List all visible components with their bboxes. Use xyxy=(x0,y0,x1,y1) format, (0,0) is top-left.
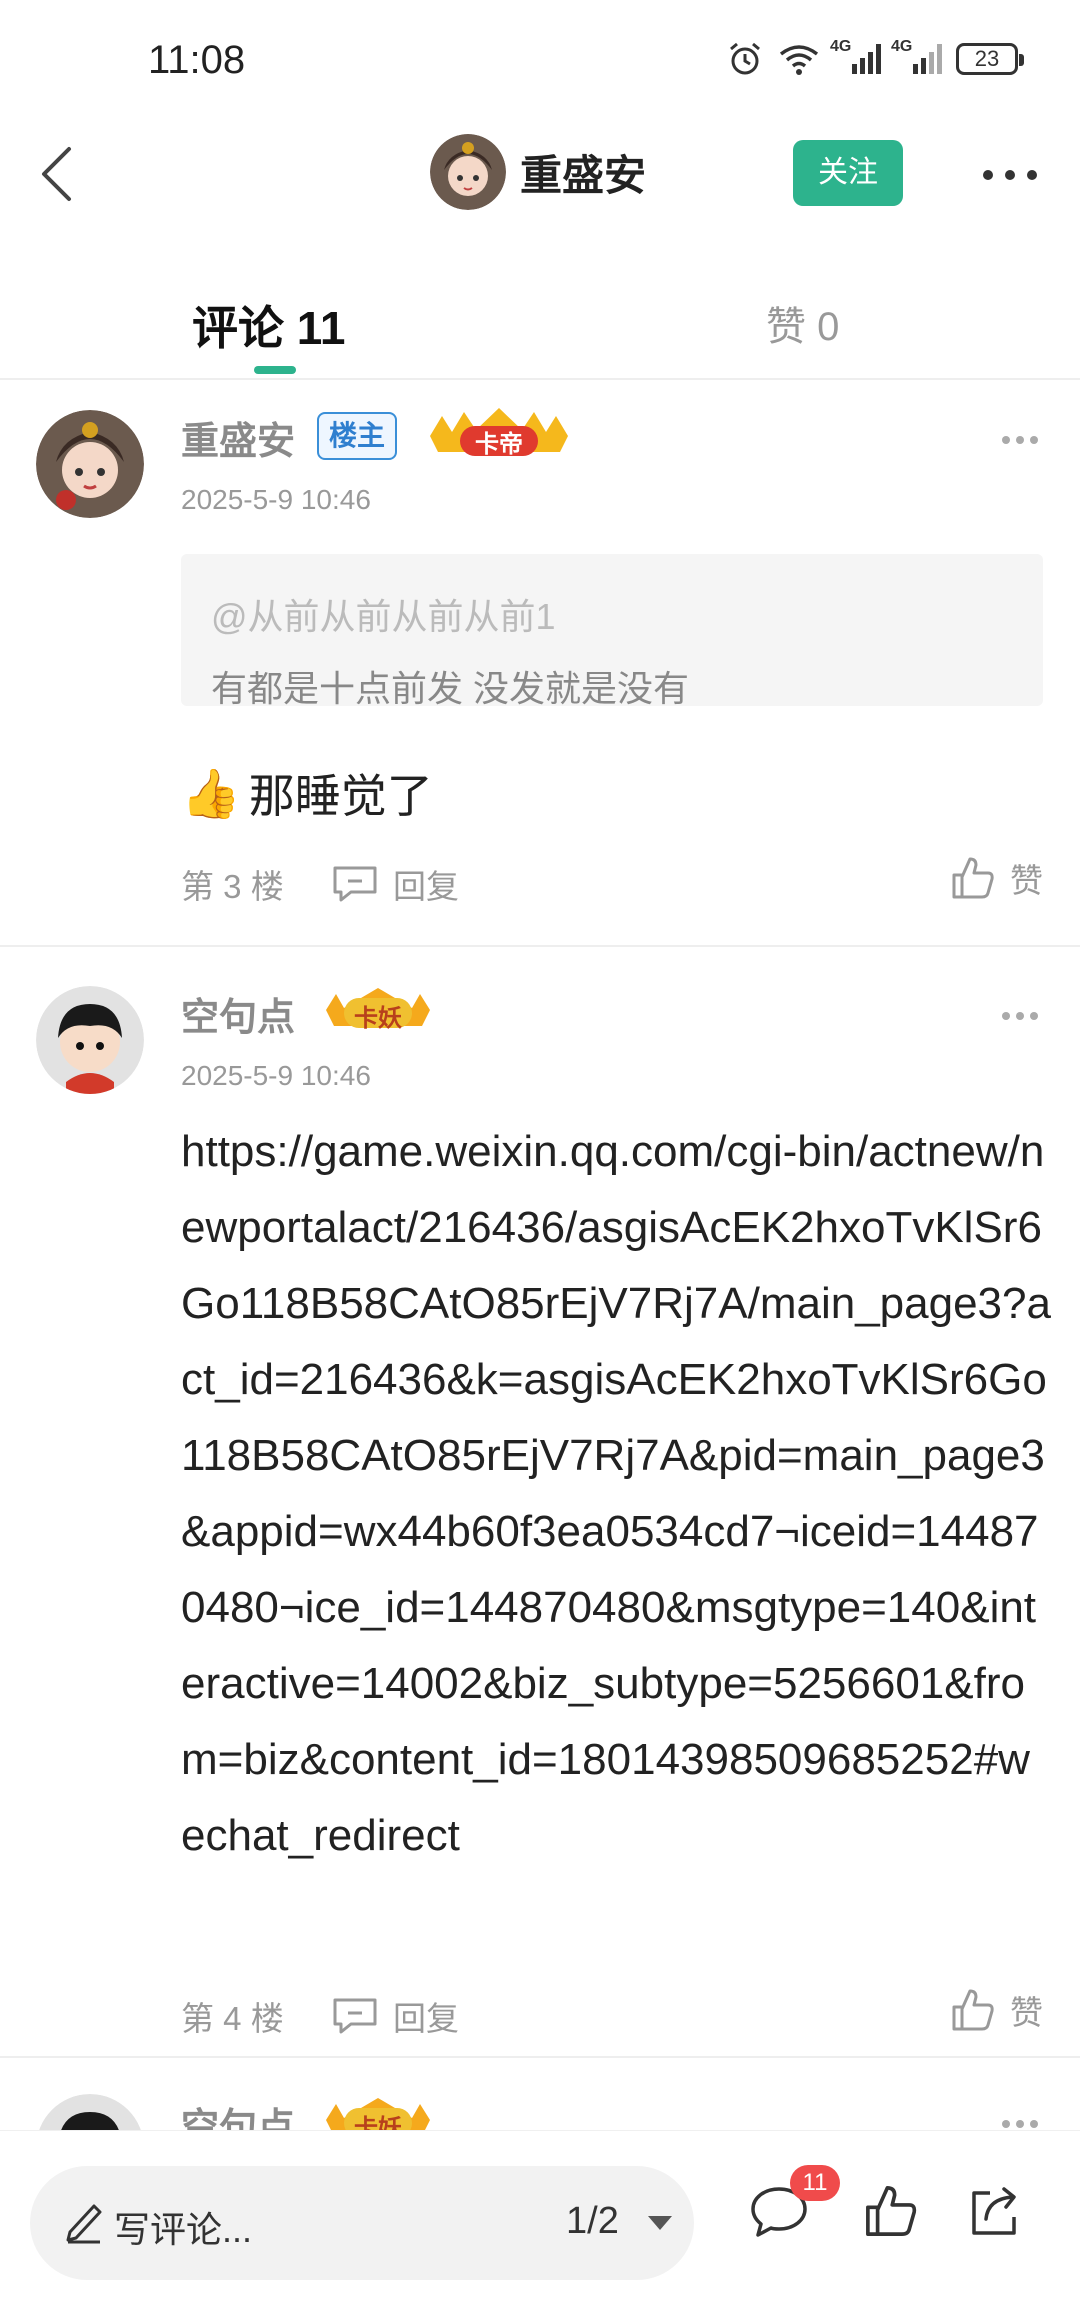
reply-label: 回复 xyxy=(393,2000,459,2037)
comment-content[interactable]: https://game.weixin.qq.com/cgi-bin/actne… xyxy=(181,1114,1051,1874)
avatar[interactable] xyxy=(36,410,144,518)
thumbs-up-icon xyxy=(866,2186,917,2236)
like-post-button[interactable] xyxy=(856,2176,926,2246)
comment-username[interactable]: 空句点 xyxy=(181,986,295,1041)
comment-item: 重盛安 楼主 卡帝 2025-5-9 10:46 @从前从前从前从前1 有都是十… xyxy=(0,380,1080,946)
thumbs-up-emoji: 👍 xyxy=(181,767,241,821)
tab-comments[interactable]: 评论 11 xyxy=(192,292,345,358)
nav-title: 重盛安 xyxy=(520,151,647,199)
comment-content: 那睡觉了 xyxy=(248,770,433,822)
reply-button[interactable]: 回复 xyxy=(331,1992,459,2040)
avatar[interactable] xyxy=(430,134,506,210)
reply-button[interactable]: 回复 xyxy=(331,860,459,908)
wifi-icon xyxy=(779,45,819,75)
like-label: 赞 xyxy=(1010,862,1043,899)
bottom-bar: 写评论... 1/2 11 xyxy=(0,2130,1080,2310)
back-button[interactable] xyxy=(24,142,88,206)
comment-time: 2025-5-9 10:46 xyxy=(181,1060,371,1091)
page-indicator[interactable]: 1/2 xyxy=(566,2200,619,2243)
quoted-user[interactable]: @从前从前从前从前1 xyxy=(211,588,1013,640)
network-label-2: 4G xyxy=(891,38,913,55)
avatar[interactable] xyxy=(36,986,144,1094)
op-badge: 楼主 xyxy=(317,412,398,460)
thumbs-up-icon xyxy=(952,1989,994,2031)
rank-badge-label: 卡妖 xyxy=(354,1005,402,1032)
share-icon xyxy=(972,2187,1016,2235)
tab-bar: 评论 11 赞 0 xyxy=(0,270,1080,380)
comment-text: 👍 那睡觉了 xyxy=(181,760,433,826)
rank-badge-label: 卡帝 xyxy=(475,431,523,458)
signal-2: 4G xyxy=(891,38,942,74)
rank-badge: 卡帝 xyxy=(424,406,574,462)
quoted-text: 有都是十点前发 没发就是没有 xyxy=(211,668,690,709)
more-icon[interactable] xyxy=(975,150,1045,200)
signal-1: 4G xyxy=(830,38,881,74)
quoted-comment[interactable]: @从前从前从前从前1 有都是十点前发 没发就是没有 xyxy=(181,554,1043,709)
share-button[interactable] xyxy=(960,2176,1030,2246)
like-button[interactable]: 赞 xyxy=(950,1986,1043,2034)
follow-button[interactable]: 关注 xyxy=(793,140,903,206)
like-button[interactable]: 赞 xyxy=(950,854,1043,902)
status-bar: 11:08 4G 4G 23 xyxy=(0,0,1080,120)
comment-more-icon[interactable] xyxy=(1002,1012,1038,1022)
like-label: 赞 xyxy=(1010,1994,1043,2031)
comment-username[interactable]: 重盛安 xyxy=(181,410,295,465)
alarm-icon xyxy=(730,42,760,75)
comment-time: 2025-5-9 10:46 xyxy=(181,484,371,515)
comment-more-icon[interactable] xyxy=(1002,2120,1038,2130)
comment-footer: 第 3 楼 回复 赞 xyxy=(181,857,1043,910)
write-comment-placeholder: 写评论... xyxy=(114,2209,253,2250)
status-time: 11:08 xyxy=(148,38,246,82)
comment-item: 空句点 卡妖 xyxy=(0,2070,1080,2130)
reply-label: 回复 xyxy=(393,868,459,905)
tab-indicator xyxy=(254,366,296,374)
comment-count-badge: 11 xyxy=(790,2165,840,2201)
reply-icon xyxy=(333,866,377,902)
comment-more-icon[interactable] xyxy=(1002,436,1038,446)
comment-item: 空句点 卡妖 2025-5-9 10:46 https://game.weixi… xyxy=(0,956,1080,2056)
status-icons: 4G 4G 23 xyxy=(726,38,1024,78)
reply-icon xyxy=(333,1998,377,2034)
nav-user[interactable]: 重盛安 xyxy=(430,134,646,210)
comment-username[interactable]: 空句点 xyxy=(181,2096,295,2130)
pen-icon xyxy=(66,2204,102,2244)
divider xyxy=(0,945,1080,947)
floor-label: 第 3 楼 xyxy=(181,868,284,905)
floor-label: 第 4 楼 xyxy=(181,2000,284,2037)
divider xyxy=(0,2056,1080,2058)
network-label-1: 4G xyxy=(830,38,852,55)
chevron-down-icon[interactable] xyxy=(648,2216,672,2230)
thumbs-up-icon xyxy=(952,857,994,899)
battery-icon: 23 xyxy=(956,43,1024,75)
rank-badge: 卡妖 xyxy=(322,982,434,1038)
comment-footer: 第 4 楼 回复 赞 xyxy=(181,1989,1043,2042)
top-nav: 重盛安 关注 xyxy=(0,120,1080,230)
avatar[interactable] xyxy=(36,2094,144,2130)
tab-likes[interactable]: 赞 0 xyxy=(766,294,839,352)
back-icon xyxy=(42,147,71,201)
write-comment-input[interactable]: 写评论... 1/2 xyxy=(30,2166,694,2280)
rank-badge-label: 卡妖 xyxy=(354,2115,402,2130)
rank-badge: 卡妖 xyxy=(322,2092,434,2130)
